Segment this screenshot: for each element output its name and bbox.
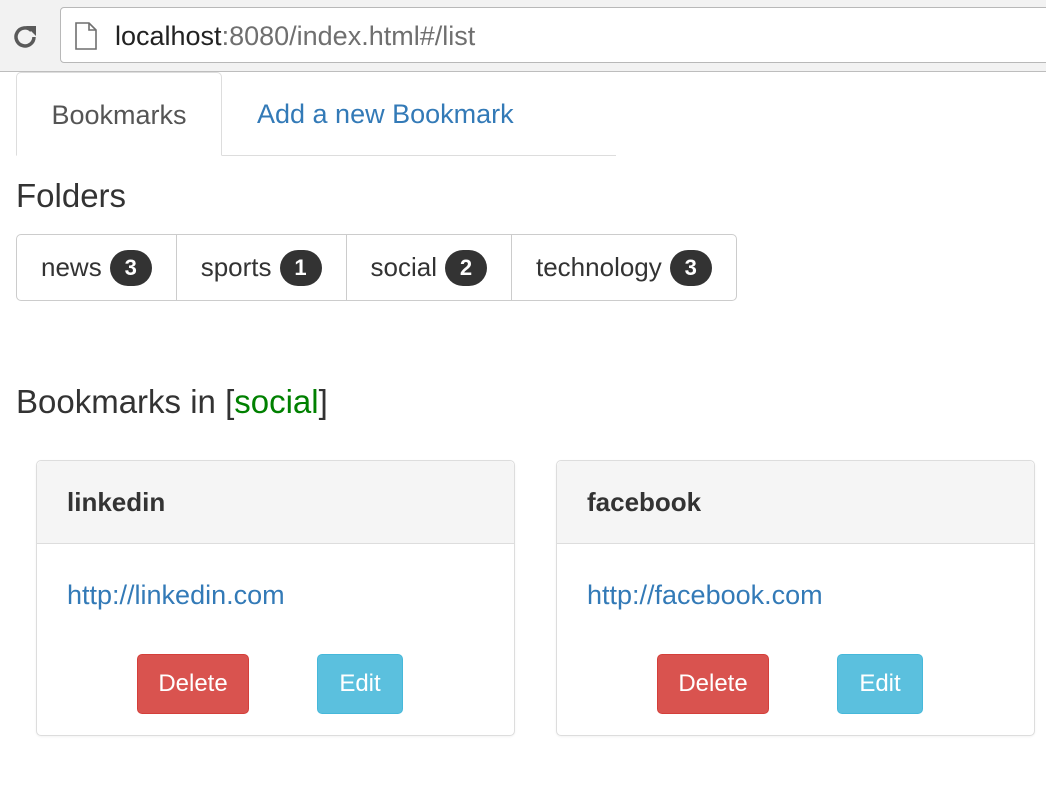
- delete-button[interactable]: Delete: [137, 654, 249, 714]
- page-icon: [75, 22, 97, 50]
- bookmark-card-facebook: facebook http://facebook.com Delete Edit: [556, 460, 1035, 736]
- bookmark-name: linkedin: [37, 461, 514, 544]
- bookmark-body: http://linkedin.com Delete Edit: [37, 544, 514, 734]
- folder-button-sports[interactable]: sports 1: [175, 235, 346, 300]
- current-folder-name: social: [234, 383, 319, 420]
- address-bar[interactable]: localhost:8080/index.html#/list: [60, 7, 1046, 63]
- edit-button[interactable]: Edit: [837, 654, 923, 714]
- folder-button-social[interactable]: social 2: [345, 235, 511, 300]
- bookmark-url-link[interactable]: http://facebook.com: [587, 580, 823, 611]
- tab-add-bookmark[interactable]: Add a new Bookmark: [257, 72, 514, 156]
- count-badge: 2: [445, 249, 487, 286]
- count-badge: 3: [669, 249, 712, 286]
- bookmarks-heading: Bookmarks in [social]: [16, 382, 328, 422]
- heading-suffix: ]: [318, 383, 328, 420]
- tab-bookmarks[interactable]: Bookmarks: [16, 72, 222, 156]
- reload-button[interactable]: [8, 20, 42, 54]
- delete-button[interactable]: Delete: [657, 654, 769, 714]
- folder-label: sports: [200, 252, 272, 282]
- folder-button-technology[interactable]: technology 3: [511, 235, 736, 300]
- edit-button[interactable]: Edit: [317, 654, 403, 714]
- folders-heading: Folders: [16, 177, 127, 214]
- bookmark-url-link[interactable]: http://linkedin.com: [67, 580, 285, 611]
- folder-label: technology: [536, 252, 662, 282]
- url-text: localhost:8080/index.html#/list: [115, 21, 475, 51]
- folder-label: social: [370, 252, 437, 282]
- url-host: localhost: [115, 21, 222, 51]
- bookmark-card-linkedin: linkedin http://linkedin.com Delete Edit: [36, 460, 515, 736]
- folder-label: news: [41, 252, 102, 282]
- browser-toolbar: localhost:8080/index.html#/list: [0, 0, 1046, 72]
- bookmark-body: http://facebook.com Delete Edit: [557, 544, 1034, 734]
- count-badge: 3: [109, 249, 152, 286]
- reload-icon: [14, 26, 36, 48]
- folder-button-group: news 3 sports 1 social 2 technology 3: [16, 234, 737, 301]
- url-path: :8080/index.html#/list: [221, 21, 476, 51]
- nav-tabs: Bookmarks Add a new Bookmark: [16, 72, 616, 156]
- count-badge: 1: [279, 249, 322, 286]
- folder-button-news[interactable]: news 3: [17, 235, 176, 300]
- heading-prefix: Bookmarks in [: [16, 383, 235, 420]
- bookmark-name: facebook: [557, 461, 1034, 544]
